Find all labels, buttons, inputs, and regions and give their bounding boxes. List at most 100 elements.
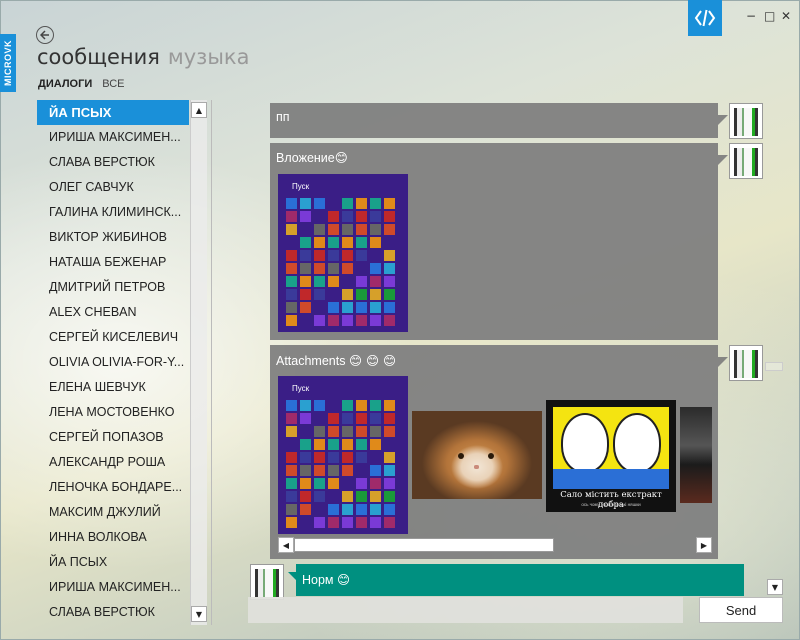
start-tile (356, 224, 367, 235)
start-tile (314, 452, 325, 463)
close-icon[interactable]: ✕ (781, 9, 791, 23)
start-tile (370, 263, 381, 274)
start-tile (370, 439, 381, 450)
dialog-item[interactable]: СЕРГЕЙ КИСЕЛЕВИЧ (37, 325, 189, 350)
dialog-item[interactable]: ИРИША МАКСИМЕН... (37, 125, 189, 150)
dialog-item[interactable]: СЛАВА ВЕРСТЮК (37, 600, 189, 625)
start-tile (342, 504, 353, 515)
dialog-item[interactable]: ЛЕНА МОСТОВЕНКО (37, 400, 189, 425)
message-input[interactable] (248, 597, 683, 623)
title-messages[interactable]: сообщения (37, 45, 160, 69)
start-tile (328, 517, 339, 528)
scroll-right-icon[interactable]: ▶ (696, 537, 712, 553)
tab-all[interactable]: ВСЕ (102, 78, 124, 90)
my-message-bubble[interactable]: Норм 😊 (296, 564, 744, 596)
start-tile (384, 224, 395, 235)
laptop-photo[interactable] (680, 407, 712, 503)
start-tile (356, 302, 367, 313)
start-tile (370, 276, 381, 287)
start-screen-image[interactable]: Пуск (278, 376, 408, 534)
start-tile (370, 465, 381, 476)
dialog-item[interactable]: ЕЛЕНА ШЕВЧУК (37, 375, 189, 400)
avatar[interactable] (729, 103, 763, 139)
dialog-item[interactable]: МАКСИМ ДЖУЛИЙ (37, 500, 189, 525)
start-tile (384, 426, 395, 437)
minimize-icon[interactable]: − (746, 9, 756, 23)
start-tile (356, 439, 367, 450)
meme-image[interactable]: Сало містить екстракт добра ось чому укр… (546, 400, 676, 512)
dialog-item[interactable]: ИРИША МАКСИМЕН... (37, 575, 189, 600)
start-tile (300, 289, 311, 300)
dialog-item[interactable]: ОЛЕГ САВЧУК (37, 175, 189, 200)
start-tile (314, 315, 325, 326)
dialog-item[interactable]: ВИКТОР ЖИБИНОВ (37, 225, 189, 250)
start-tile (300, 504, 311, 515)
maximize-icon[interactable]: □ (764, 9, 775, 23)
dialog-item[interactable]: СЛАВА ВЕРСТЮК (37, 150, 189, 175)
send-button[interactable]: Send (699, 597, 783, 623)
my-avatar[interactable] (250, 564, 284, 600)
back-arrow-icon[interactable] (36, 26, 54, 44)
attachments-scrollbar[interactable]: ◀ ▶ (278, 537, 712, 553)
start-tile (356, 198, 367, 209)
start-tile (328, 315, 339, 326)
start-tile (286, 504, 297, 515)
start-tile (314, 465, 325, 476)
start-tile (356, 517, 367, 528)
start-tile (286, 452, 297, 463)
scroll-down-icon[interactable]: ▼ (767, 579, 783, 595)
dialog-item[interactable]: ДМИТРИЙ ПЕТРОВ (37, 275, 189, 300)
start-tile (384, 276, 395, 287)
start-tile (356, 237, 367, 248)
start-tile (342, 237, 353, 248)
start-tile (300, 302, 311, 313)
start-tile (356, 491, 367, 502)
start-tile (300, 276, 311, 287)
start-tile (384, 250, 395, 261)
start-tile (300, 237, 311, 248)
app-badge-icon[interactable] (688, 0, 722, 36)
subtabs: ДИАЛОГИ ВСЕ (38, 78, 125, 90)
start-tile (328, 439, 339, 450)
start-screen-image[interactable]: Пуск (278, 174, 408, 332)
start-tile (314, 289, 325, 300)
dialog-item[interactable]: ИННА ВОЛКОВА (37, 525, 189, 550)
dialog-item[interactable]: ALEX CHEBAN (37, 300, 189, 325)
dialog-item[interactable]: ЙА ПСЫХ (37, 550, 189, 575)
start-tile (384, 315, 395, 326)
start-tile (384, 198, 395, 209)
start-tile (314, 478, 325, 489)
dialog-item[interactable]: ГАЛИНА КЛИМИНСК... (37, 200, 189, 225)
dialog-item[interactable]: ЛЕНОЧКА БОНДАРЕ... (37, 475, 189, 500)
dialog-item[interactable]: НАТАША БЕЖЕНАР (37, 250, 189, 275)
dialog-item[interactable]: ЙА ПСЫХ (37, 100, 189, 125)
scroll-left-icon[interactable]: ◀ (278, 537, 294, 553)
divider (211, 100, 212, 625)
dialog-item[interactable]: АЛЕКСАНДР РОША (37, 450, 189, 475)
start-tile (328, 452, 339, 463)
tab-dialogs[interactable]: ДИАЛОГИ (38, 78, 92, 90)
avatar[interactable] (729, 143, 763, 179)
start-tile (286, 465, 297, 476)
start-tile (314, 491, 325, 502)
bubble-tail (718, 155, 728, 165)
title-music[interactable]: музыка (168, 45, 250, 69)
start-tile (286, 426, 297, 437)
start-tile (286, 211, 297, 222)
start-tile (328, 413, 339, 424)
scroll-up-icon[interactable]: ▲ (191, 102, 207, 118)
start-tile (300, 400, 311, 411)
avatar[interactable] (729, 345, 763, 381)
start-tile (356, 504, 367, 515)
start-tile (370, 413, 381, 424)
message-bubble[interactable]: пп (270, 103, 728, 138)
dialog-item[interactable]: OLIVIA OLIVIA-FOR-Y... (37, 350, 189, 375)
cat-photo[interactable] (412, 411, 542, 499)
dialog-item[interactable]: СЕРГЕЙ ПОПАЗОВ (37, 425, 189, 450)
dialog-list: ЙА ПСЫХ ИРИША МАКСИМЕН... СЛАВА ВЕРСТЮК ОЛЕ… (37, 100, 207, 625)
scrollbar-thumb[interactable] (294, 538, 554, 552)
scroll-down-icon[interactable]: ▼ (191, 606, 207, 622)
dialog-list-scrollbar[interactable]: ▲ ▼ (190, 100, 207, 625)
side-tab-microvk[interactable]: MICROVK (0, 34, 16, 92)
start-tile (384, 478, 395, 489)
